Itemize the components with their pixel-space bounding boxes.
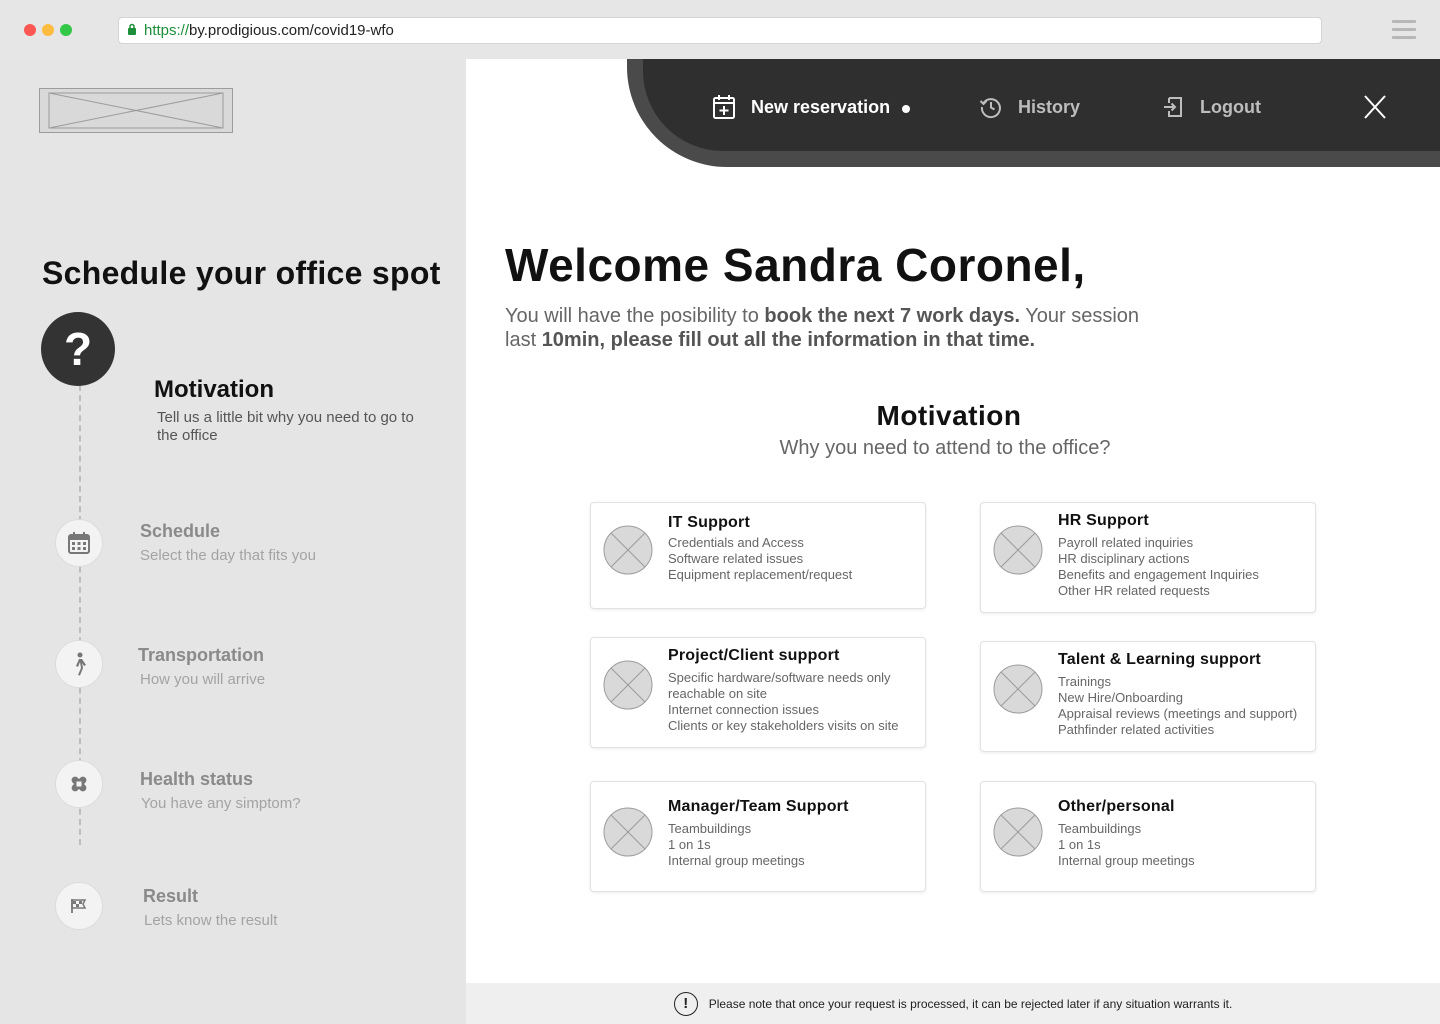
card-title: IT Support	[668, 514, 750, 531]
intro-text-bold: book the next 7 work days.	[764, 305, 1021, 327]
question-mark-icon: ?	[41, 312, 115, 386]
card-item: Equipment replacement/request	[668, 567, 853, 582]
url-protocol: https://	[144, 22, 190, 39]
nav-logout[interactable]: Logout	[1160, 92, 1261, 122]
logo-placeholder	[39, 88, 233, 133]
card-item-list: Specific hardware/software needs only re…	[668, 670, 918, 734]
intro-text: You will have the posibility to book the…	[505, 304, 1165, 352]
image-placeholder-icon	[603, 807, 653, 857]
calendar-plus-icon	[711, 94, 737, 120]
image-placeholder-icon	[993, 664, 1043, 714]
card-item: Teambuildings	[668, 821, 752, 836]
card-item: Payroll related inquiries	[1058, 535, 1194, 550]
card-item-list: Teambuildings 1 on 1s Internal group mee…	[1058, 821, 1308, 869]
card-item: Pathfinder related activities	[1058, 722, 1215, 737]
card-item: Clients or key stakeholders visits on si…	[668, 718, 899, 733]
card-title: Other/personal	[1058, 798, 1175, 815]
card-item-list: Credentials and Access Software related …	[668, 535, 918, 583]
card-item: Benefits and engagement Inquiries	[1058, 567, 1259, 582]
intro-text-part: You will have the posibility to	[505, 305, 765, 327]
step-motivation-subtitle: Tell us a little bit why you need to go …	[157, 409, 414, 444]
nav-history-label: History	[1018, 96, 1081, 117]
close-icon[interactable]	[1362, 93, 1388, 121]
menu-icon[interactable]	[1392, 20, 1416, 39]
card-item: Internal group meetings	[1058, 853, 1195, 868]
motivation-card-manager-team-support[interactable]: Manager/Team Support Teambuildings 1 on …	[590, 781, 926, 892]
card-item: Trainings	[1058, 674, 1111, 689]
card-item: Credentials and Access	[668, 535, 804, 550]
step-transportation-subtitle: How you will arrive	[140, 671, 266, 688]
section-title: Motivation	[876, 400, 1022, 431]
step-result-subtitle: Lets know the result	[144, 912, 278, 929]
url-bar[interactable]: https://by.prodigious.com/covid19-wfo	[118, 17, 1322, 44]
sidebar-title: Schedule your office spot	[42, 255, 441, 291]
motivation-card-other-personal[interactable]: Other/personal Teambuildings 1 on 1s Int…	[980, 781, 1316, 892]
flag-icon[interactable]	[55, 882, 103, 930]
card-item: Other HR related requests	[1058, 583, 1210, 598]
card-item: Internet connection issues	[668, 702, 820, 717]
step-schedule-title[interactable]: Schedule	[140, 521, 220, 542]
step-health-title[interactable]: Health status	[140, 769, 253, 790]
section-subtitle: Why you need to attend to the office?	[779, 437, 1111, 459]
card-item: HR disciplinary actions	[1058, 551, 1190, 566]
card-item: Appraisal reviews (meetings and support)	[1058, 706, 1298, 721]
motivation-card-talent-learning-support[interactable]: Talent & Learning support Trainings New …	[980, 641, 1316, 752]
step-transportation-title[interactable]: Transportation	[138, 645, 264, 666]
history-icon	[978, 94, 1004, 120]
step-health-subtitle: You have any simptom?	[141, 795, 301, 812]
lock-icon	[127, 22, 137, 39]
image-placeholder-icon	[603, 525, 653, 575]
card-item: Specific hardware/software needs only re…	[668, 670, 891, 701]
nav-new-reservation[interactable]: New reservation	[711, 92, 911, 122]
card-item-list: Teambuildings 1 on 1s Internal group mee…	[668, 821, 918, 869]
card-item: Teambuildings	[1058, 821, 1142, 836]
motivation-card-hr-support[interactable]: HR Support Payroll related inquiries HR …	[980, 502, 1316, 613]
card-item: Software related issues	[668, 551, 804, 566]
step-motivation-title: Motivation	[154, 376, 274, 403]
maximize-window-button[interactable]	[60, 24, 72, 36]
step-result-title[interactable]: Result	[143, 886, 198, 907]
warning-icon: !	[673, 991, 698, 1016]
card-item: 1 on 1s	[1058, 837, 1101, 852]
card-title: Manager/Team Support	[668, 798, 849, 815]
calendar-icon[interactable]	[55, 519, 103, 567]
image-placeholder-icon	[993, 525, 1043, 575]
card-item-list: Trainings New Hire/Onboarding Appraisal …	[1058, 674, 1313, 738]
welcome-heading: Welcome Sandra Coronel,	[505, 239, 1086, 291]
motivation-card-project-client-support[interactable]: Project/Client support Specific hardware…	[590, 637, 926, 748]
card-title: HR Support	[1058, 512, 1149, 529]
card-item: New Hire/Onboarding	[1058, 690, 1184, 705]
walking-person-icon[interactable]	[55, 640, 103, 688]
card-title: Project/Client support	[668, 647, 840, 664]
nav-logout-label: Logout	[1200, 96, 1261, 117]
browser-chrome: https://by.prodigious.com/covid19-wfo	[0, 0, 1440, 59]
minimize-window-button[interactable]	[42, 24, 54, 36]
url-text: by.prodigious.com/covid19-wfo	[189, 22, 394, 39]
close-window-button[interactable]	[24, 24, 36, 36]
nav-history[interactable]: History	[978, 92, 1080, 122]
nav-new-reservation-label: New reservation	[751, 96, 891, 117]
card-item: 1 on 1s	[668, 837, 711, 852]
footer-notice: ! Please note that once your request is …	[466, 983, 1440, 1024]
card-item-list: Payroll related inquiries HR disciplinar…	[1058, 535, 1308, 599]
step-schedule-subtitle: Select the day that fits you	[140, 547, 316, 564]
image-placeholder-icon	[603, 660, 653, 710]
bandage-icon[interactable]	[55, 760, 103, 808]
motivation-card-it-support[interactable]: IT Support Credentials and Access Softwa…	[590, 502, 926, 609]
intro-text-bold: 10min, please fill out all the informati…	[541, 329, 1036, 351]
card-item: Internal group meetings	[668, 853, 805, 868]
logout-icon	[1160, 94, 1186, 120]
footer-notice-text: Please note that once your request is pr…	[708, 996, 1233, 1011]
active-indicator-dot	[902, 105, 911, 113]
card-title: Talent & Learning support	[1058, 651, 1261, 668]
image-placeholder-icon	[993, 807, 1043, 857]
